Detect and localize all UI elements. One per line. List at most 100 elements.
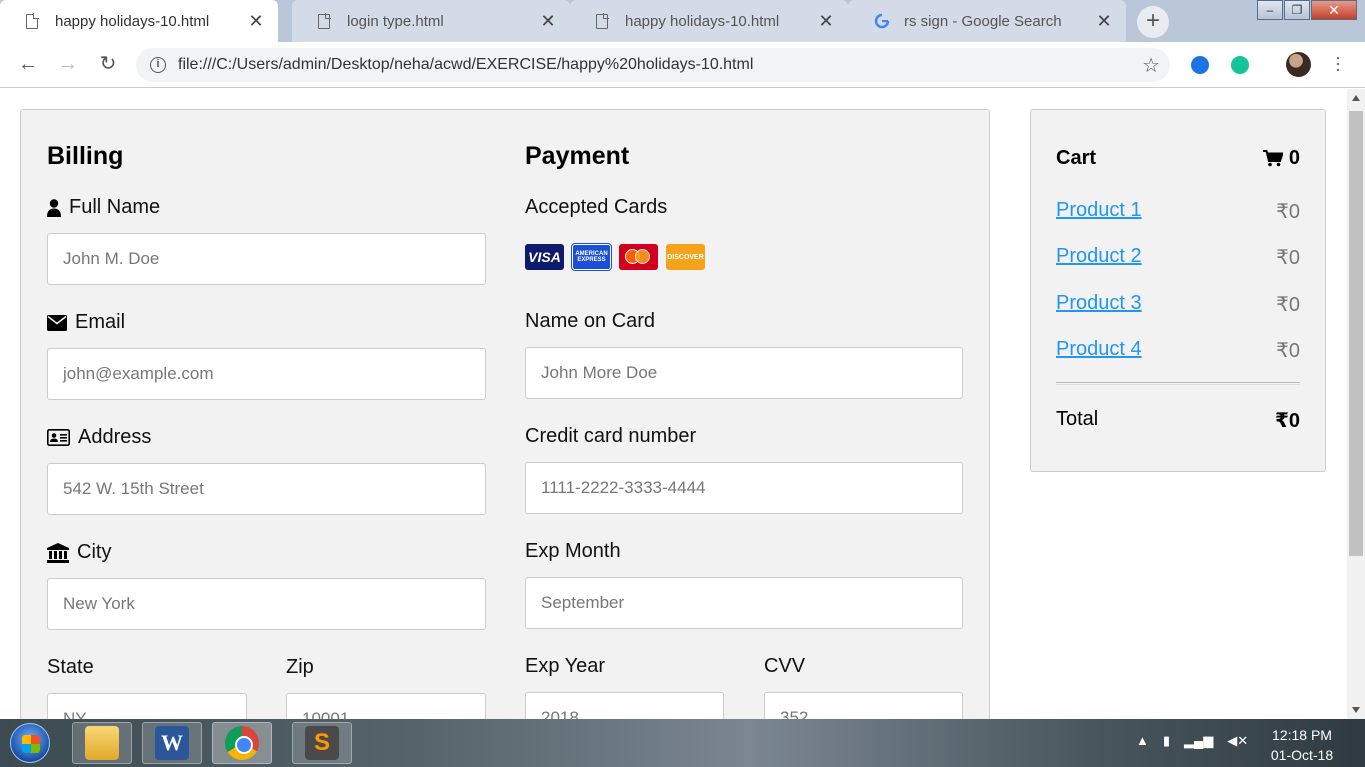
zip-label: Zip bbox=[286, 656, 314, 678]
start-button[interactable] bbox=[10, 723, 50, 763]
tab-happy-holidays-2[interactable]: happy holidays-10.html ✕ bbox=[570, 0, 848, 42]
system-clock[interactable]: 12:18 PM 01-Oct-18 bbox=[1266, 725, 1338, 765]
tab-strip: happy holidays-10.html ✕ login type.html… bbox=[0, 0, 1365, 42]
taskbar-sublime[interactable]: S bbox=[292, 722, 352, 764]
cvv-input[interactable]: 352 bbox=[764, 692, 963, 719]
divider bbox=[1056, 382, 1300, 385]
cart-count-value: 0 bbox=[1288, 147, 1300, 169]
address-label: Address bbox=[47, 426, 151, 449]
cvv-label: CVV bbox=[764, 655, 806, 677]
clock-time: 12:18 PM bbox=[1272, 727, 1332, 743]
mastercard-icon bbox=[619, 244, 658, 270]
url-text[interactable]: file:///C:/Users/admin/Desktop/neha/acwd… bbox=[178, 56, 1142, 74]
scroll-down-icon[interactable] bbox=[1352, 707, 1360, 713]
word-icon: W bbox=[155, 726, 189, 760]
volume-muted-icon[interactable]: ◀✕ bbox=[1227, 733, 1248, 749]
page-icon bbox=[318, 13, 331, 29]
cart-item: Product 4 ₹0 bbox=[1056, 338, 1300, 363]
menu-icon[interactable]: · · · bbox=[1332, 48, 1344, 78]
name-on-card-input[interactable]: John More Doe bbox=[525, 347, 963, 399]
close-tab-icon[interactable]: ✕ bbox=[1096, 11, 1112, 32]
tab-title: happy holidays-10.html bbox=[625, 12, 780, 30]
cart-count: 0 bbox=[1262, 147, 1300, 170]
label-text: Address bbox=[78, 426, 152, 448]
checkout-form: Billing Full Name John M. Doe Email john… bbox=[20, 109, 990, 719]
battery-icon[interactable]: ▮ bbox=[1163, 733, 1170, 749]
scrollbar-thumb[interactable] bbox=[1349, 111, 1363, 556]
browser-toolbar: ← → ↻ i file:///C:/Users/admin/Desktop/n… bbox=[0, 42, 1365, 88]
payment-heading: Payment bbox=[525, 142, 630, 170]
grammarly-icon[interactable] bbox=[1231, 56, 1249, 74]
address-bar[interactable]: i file:///C:/Users/admin/Desktop/neha/ac… bbox=[136, 48, 1170, 82]
exp-year-input[interactable]: 2018 bbox=[525, 692, 724, 719]
exp-month-label: Exp Month bbox=[525, 540, 621, 562]
product-link[interactable]: Product 4 bbox=[1056, 338, 1142, 363]
envelope-icon bbox=[47, 314, 67, 331]
zip-input[interactable]: 10001 bbox=[286, 693, 486, 719]
clock-date: 01-Oct-18 bbox=[1270, 747, 1334, 763]
close-tab-icon[interactable]: ✕ bbox=[818, 11, 834, 32]
close-tab-icon[interactable]: ✕ bbox=[248, 11, 264, 32]
google-icon bbox=[874, 13, 890, 29]
reload-icon[interactable]: ↻ bbox=[94, 50, 122, 78]
exp-year-label: Exp Year bbox=[525, 655, 606, 677]
product-link[interactable]: Product 1 bbox=[1056, 199, 1142, 224]
product-price: ₹0 bbox=[1276, 201, 1300, 223]
email-label: Email bbox=[47, 311, 125, 334]
visa-icon: VISA bbox=[525, 244, 564, 270]
city-input[interactable]: New York bbox=[47, 578, 486, 630]
show-hidden-icons-icon[interactable]: ▲ bbox=[1136, 733, 1149, 749]
address-input[interactable]: 542 W. 15th Street bbox=[47, 463, 486, 515]
system-tray: ▲ ▮ ▂▄▆ ◀✕ bbox=[1136, 733, 1248, 749]
shopping-cart-icon bbox=[1262, 150, 1283, 167]
product-price: ₹0 bbox=[1276, 294, 1300, 316]
minimize-button[interactable]: ‒ bbox=[1257, 0, 1283, 20]
product-link[interactable]: Product 3 bbox=[1056, 292, 1142, 317]
cart-panel: Cart 0 Product 1 ₹0 Product 2 ₹0 Product… bbox=[1030, 109, 1326, 472]
page-scrollbar[interactable] bbox=[1347, 89, 1365, 719]
product-link[interactable]: Product 2 bbox=[1056, 245, 1142, 270]
tab-title: rs sign - Google Search bbox=[904, 12, 1062, 30]
close-tab-icon[interactable]: ✕ bbox=[540, 11, 556, 32]
label-text: City bbox=[77, 541, 112, 563]
total-value: ₹0 bbox=[1274, 410, 1300, 432]
close-window-button[interactable]: ✕ bbox=[1311, 0, 1357, 20]
new-tab-button[interactable]: + bbox=[1137, 6, 1169, 38]
tab-title: login type.html bbox=[347, 12, 444, 30]
bookmark-star-icon[interactable]: ☆ bbox=[1142, 53, 1160, 78]
cart-item: Product 2 ₹0 bbox=[1056, 245, 1300, 270]
state-input[interactable]: NY bbox=[47, 693, 247, 719]
product-price: ₹0 bbox=[1276, 340, 1300, 362]
tab-happy-holidays-active[interactable]: happy holidays-10.html ✕ bbox=[0, 0, 278, 42]
tab-google-search[interactable]: rs sign - Google Search ✕ bbox=[848, 0, 1126, 42]
network-icon[interactable]: ▂▄▆ bbox=[1184, 733, 1213, 749]
back-icon[interactable]: ← bbox=[14, 50, 42, 78]
tab-login-type[interactable]: login type.html ✕ bbox=[292, 0, 570, 42]
taskbar-chrome[interactable] bbox=[212, 722, 272, 764]
forward-icon[interactable]: → bbox=[54, 50, 82, 78]
tab-title: happy holidays-10.html bbox=[55, 12, 210, 30]
accepted-cards-label: Accepted Cards bbox=[525, 196, 668, 218]
email-input[interactable]: john@example.com bbox=[47, 348, 486, 400]
cart-total: Total ₹0 bbox=[1056, 408, 1300, 433]
page-icon bbox=[596, 13, 609, 29]
exp-month-input[interactable]: September bbox=[525, 577, 963, 629]
product-price: ₹0 bbox=[1276, 247, 1300, 269]
page-icon bbox=[26, 13, 39, 29]
extension-icon[interactable] bbox=[1191, 56, 1209, 74]
chrome-icon bbox=[225, 726, 259, 760]
city-label: City bbox=[47, 541, 111, 564]
full-name-label: Full Name bbox=[47, 196, 160, 219]
full-name-input[interactable]: John M. Doe bbox=[47, 233, 486, 285]
taskbar-word[interactable]: W bbox=[142, 722, 202, 764]
card-number-input[interactable]: 1111-2222-3333-4444 bbox=[525, 462, 963, 514]
restore-button[interactable]: ❐ bbox=[1284, 0, 1310, 20]
profile-avatar[interactable] bbox=[1286, 52, 1311, 77]
label-text: Full Name bbox=[69, 196, 161, 218]
scroll-up-icon[interactable] bbox=[1352, 95, 1360, 101]
name-on-card-label: Name on Card bbox=[525, 310, 656, 332]
taskbar-explorer[interactable] bbox=[72, 722, 132, 764]
sublime-icon: S bbox=[305, 726, 339, 760]
info-icon[interactable]: i bbox=[150, 57, 166, 73]
institution-icon bbox=[47, 542, 69, 563]
